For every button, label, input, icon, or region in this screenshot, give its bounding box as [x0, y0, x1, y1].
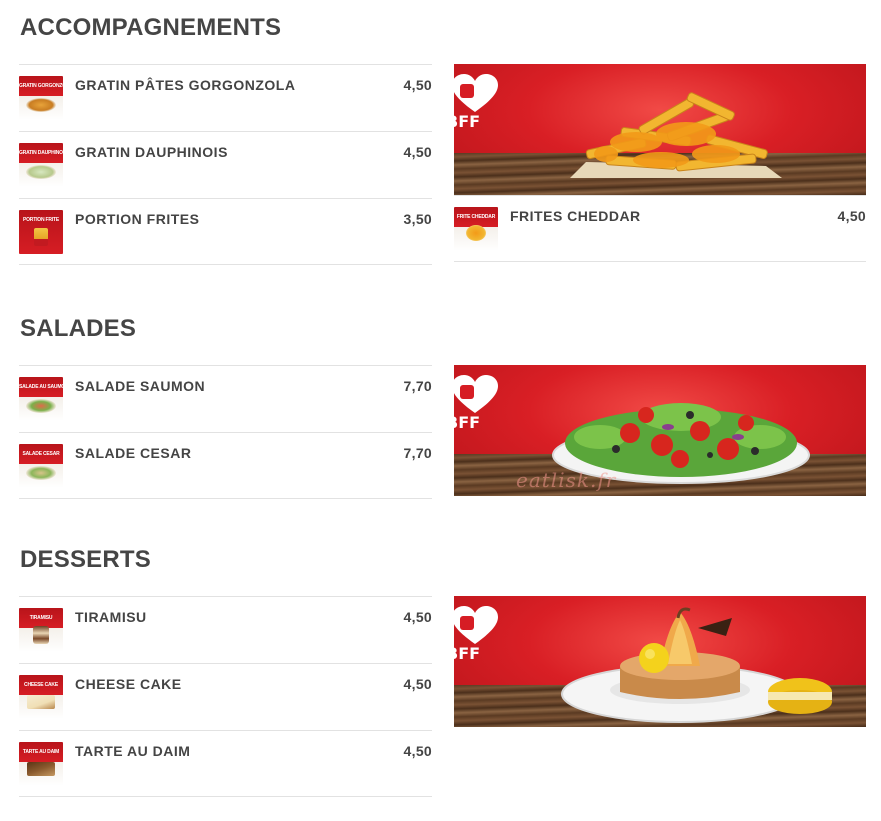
menu-item[interactable]: SALADE CESAR SALADE CESAR 7,70 [19, 432, 432, 499]
menu-item[interactable]: SALADE AU SAUMON SALADE SAUMON 7,70 [19, 365, 432, 432]
salad-icon [26, 399, 56, 413]
thumb-label: FRITE CHEDDAR [456, 214, 496, 220]
item-name: GRATIN DAUPHINOIS [75, 144, 228, 160]
item-thumbnail: TARTE AU DAIM [19, 742, 63, 786]
item-thumbnail: FRITE CHEDDAR [454, 207, 498, 251]
item-price: 4,50 [837, 208, 866, 224]
logo-text: BFF [454, 413, 481, 432]
section-desserts: DESSERTS TIRAMISU TIRAMISU 4,50 CHEESE C… [19, 546, 866, 798]
thumb-label: PORTION FRITE [22, 217, 59, 223]
item-price: 3,50 [403, 211, 432, 227]
menu-item[interactable]: GRATIN GORGONZOLA GRATIN PÂTES GORGONZOL… [19, 64, 432, 131]
thumb-label: GRATIN GORGONZOLA [19, 83, 63, 89]
menu-item[interactable]: TARTE AU DAIM TARTE AU DAIM 4,50 [19, 730, 432, 797]
fries-icon [466, 225, 486, 241]
section-title: SALADES [20, 315, 137, 342]
section-title: DESSERTS [20, 546, 151, 573]
fries-icon [34, 228, 48, 246]
thumb-label: GRATIN DAUPHINOIS [19, 150, 63, 156]
heart-icon [454, 606, 498, 644]
dessert-icon [27, 762, 55, 776]
item-name: TIRAMISU [75, 609, 147, 625]
thumb-label: TARTE AU DAIM [22, 749, 60, 755]
item-thumbnail: GRATIN DAUPHINOIS [19, 143, 63, 187]
section-accompagnements: ACCOMPAGNEMENTS GRATIN GORGONZOLA GRATIN… [19, 14, 866, 274]
item-name: PORTION FRITES [75, 211, 200, 227]
watermark: eatlisk.fr [516, 468, 617, 492]
item-price: 4,50 [403, 77, 432, 93]
banner-image: BFF eatlisk.fr [454, 365, 866, 496]
section-salades: SALADES SALADE AU SAUMON SALADE SAUMON 7… [19, 315, 866, 505]
item-name: SALADE SAUMON [75, 378, 206, 394]
dessert-photo [561, 607, 832, 723]
heart-icon [454, 375, 498, 413]
item-price: 4,50 [403, 144, 432, 160]
item-price: 7,70 [403, 378, 432, 394]
food-icon [26, 165, 56, 179]
menu-item[interactable]: FRITE CHEDDAR FRITES CHEDDAR 4,50 [454, 195, 866, 262]
dessert-icon [27, 695, 55, 709]
thumb-label: CHEESE CAKE [24, 682, 58, 688]
item-thumbnail: PORTION FRITE [19, 210, 63, 254]
item-thumbnail: CHEESE CAKE [19, 675, 63, 719]
item-price: 7,70 [403, 445, 432, 461]
salad-icon [26, 466, 56, 480]
item-price: 4,50 [403, 743, 432, 759]
item-name: FRITES CHEDDAR [510, 208, 641, 224]
item-name: CHEESE CAKE [75, 676, 182, 692]
heart-icon [454, 74, 498, 112]
bff-logo: BFF [454, 375, 498, 439]
menu-item[interactable]: GRATIN DAUPHINOIS GRATIN DAUPHINOIS 4,50 [19, 131, 432, 198]
bff-logo: BFF [454, 74, 498, 138]
item-name: GRATIN PÂTES GORGONZOLA [75, 77, 296, 93]
logo-text: BFF [454, 112, 481, 131]
item-thumbnail: TIRAMISU [19, 608, 63, 652]
bff-logo: BFF [454, 606, 498, 670]
banner-image: BFF [454, 596, 866, 727]
item-thumbnail: SALADE CESAR [19, 444, 63, 488]
banner-image: BFF [454, 64, 866, 195]
food-icon [26, 98, 56, 112]
item-thumbnail: GRATIN GORGONZOLA [19, 76, 63, 120]
item-name: TARTE AU DAIM [75, 743, 191, 759]
menu-item[interactable]: CHEESE CAKE CHEESE CAKE 4,50 [19, 663, 432, 730]
thumb-label: SALADE CESAR [22, 451, 60, 457]
item-name: SALADE CESAR [75, 445, 192, 461]
logo-text: BFF [454, 644, 481, 663]
menu-item[interactable]: TIRAMISU TIRAMISU 4,50 [19, 596, 432, 663]
menu-item[interactable]: PORTION FRITE PORTION FRITES 3,50 [19, 198, 432, 265]
dessert-icon [33, 626, 49, 644]
section-title: ACCOMPAGNEMENTS [20, 14, 282, 41]
thumb-label: TIRAMISU [29, 615, 53, 621]
item-price: 4,50 [403, 609, 432, 625]
fries-cheddar-photo [570, 92, 782, 178]
thumb-label: SALADE AU SAUMON [19, 384, 63, 390]
item-price: 4,50 [403, 676, 432, 692]
item-thumbnail: SALADE AU SAUMON [19, 377, 63, 421]
